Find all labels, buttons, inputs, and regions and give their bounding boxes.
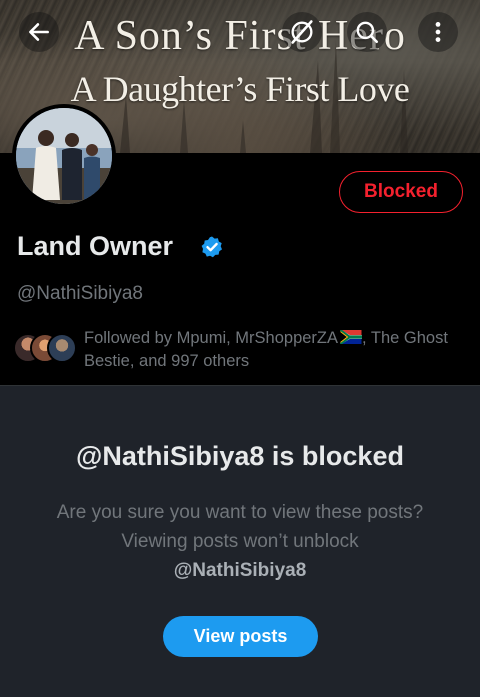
blocked-panel: @NathiSibiya8 is blocked Are you sure yo… (0, 385, 480, 697)
profile-handle: @NathiSibiya8 (17, 283, 143, 304)
blocked-panel-handle: @NathiSibiya8 (173, 560, 307, 581)
more-button[interactable] (418, 12, 458, 52)
grok-button[interactable] (282, 12, 322, 52)
more-vertical-icon (435, 22, 441, 42)
back-button[interactable] (19, 12, 59, 52)
search-button[interactable] (347, 12, 387, 52)
blocked-panel-title: @NathiSibiya8 is blocked (76, 441, 404, 471)
verified-badge-icon[interactable] (200, 235, 224, 259)
followed-by-text[interactable]: Followed by Mpumi, MrShopperZA , The Gho… (84, 327, 464, 373)
south-africa-flag-icon (340, 330, 363, 344)
blocked-panel-body: Are you sure you want to view these post… (40, 498, 440, 585)
followers-avatar-stack[interactable] (13, 333, 81, 367)
profile-display-name: Land Owner (17, 231, 174, 261)
followed-by-names: Followed by Mpumi, MrShopperZA (84, 329, 339, 347)
arrow-left-icon (29, 23, 49, 41)
search-icon (356, 21, 379, 44)
follower-avatar (47, 333, 77, 363)
banner-title: A Son’s First Hero (74, 13, 406, 59)
profile-avatar[interactable] (12, 104, 116, 208)
avatar-photo (16, 108, 112, 204)
blocked-panel-message: Are you sure you want to view these post… (56, 502, 424, 552)
grok-icon (291, 20, 313, 44)
blocked-button[interactable]: Blocked (339, 171, 463, 213)
view-posts-button[interactable]: View posts (163, 616, 318, 657)
